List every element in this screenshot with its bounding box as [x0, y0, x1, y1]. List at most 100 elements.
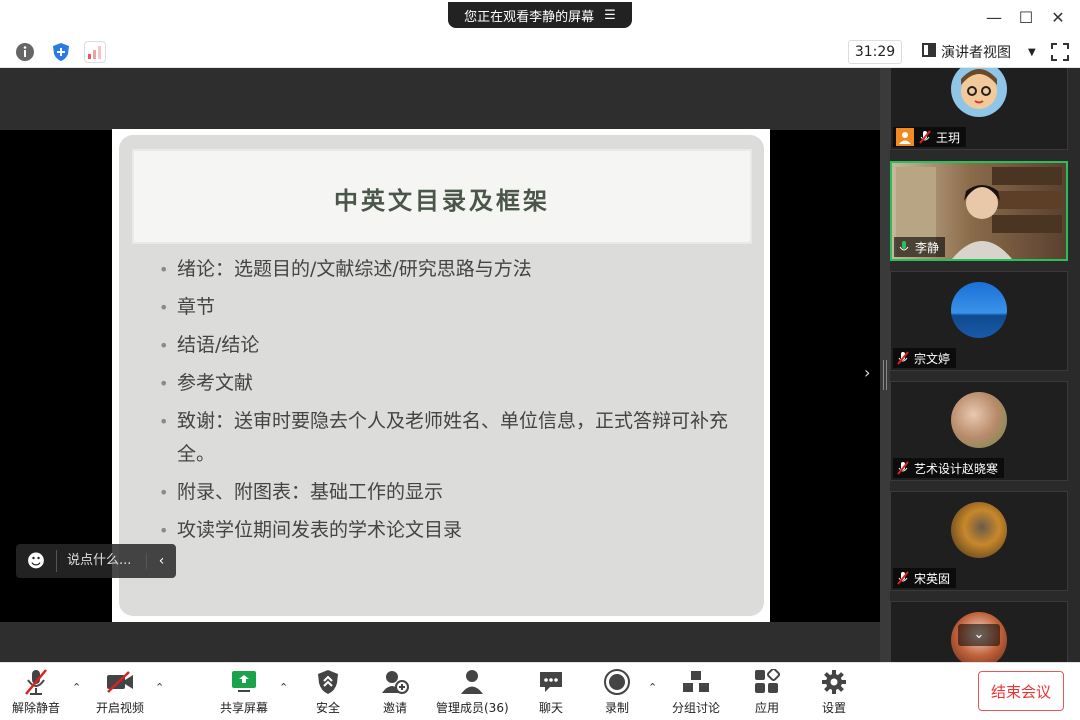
fullscreen-icon[interactable]	[1050, 42, 1070, 62]
scroll-down-button[interactable]: ⌄	[958, 624, 1000, 646]
shield-icon[interactable]	[50, 41, 72, 63]
slide-title: 中英文目录及框架	[334, 186, 550, 215]
participant-tile[interactable]: 王玥	[890, 68, 1068, 150]
muted-mic-icon	[896, 351, 910, 365]
muted-mic-icon	[896, 461, 910, 475]
slide-bullet: 攻读学位期间发表的学术论文目录	[159, 514, 749, 547]
shield-icon	[313, 667, 343, 697]
signal-icon[interactable]	[84, 41, 106, 63]
security-button[interactable]: 安全	[313, 667, 343, 719]
title-bar: 您正在观看李静的屏幕 ☰ — ☐ ✕	[0, 0, 1080, 36]
apps-icon	[752, 667, 782, 697]
viewing-indicator[interactable]: 您正在观看李静的屏幕 ☰	[448, 2, 632, 28]
members-icon	[457, 667, 487, 697]
share-options-chevron-icon[interactable]: ⌃	[279, 681, 288, 694]
info-icon[interactable]	[14, 41, 36, 63]
record-label: 录制	[604, 701, 629, 715]
start-video-button[interactable]: 开启视频	[96, 667, 144, 719]
record-button[interactable]: 录制	[602, 667, 632, 719]
share-screen-button[interactable]: 共享屏幕	[220, 667, 268, 719]
invite-button[interactable]: 邀请	[380, 667, 410, 719]
participant-tile[interactable]: 宋英囡	[890, 491, 1068, 591]
unmute-label: 解除静音	[12, 701, 61, 715]
presentation-slide: 中英文目录及框架 绪论：选题目的/文献综述/研究思路与方法 章节 结语/结论 参…	[112, 129, 770, 622]
record-options-chevron-icon[interactable]: ⌃	[648, 681, 657, 694]
chat-bubble-icon	[536, 667, 566, 697]
add-user-icon	[380, 667, 410, 697]
slide-bullet: 参考文献	[159, 367, 749, 400]
emoji-icon[interactable]: ☻	[16, 551, 56, 572]
speaker-view-button[interactable]: 演讲者视图 ▼	[914, 40, 1038, 64]
avatar	[951, 68, 1007, 117]
slide-title-box: 中英文目录及框架	[132, 149, 752, 244]
slide-bullet: 结语/结论	[159, 329, 749, 362]
participant-name: 王玥	[936, 130, 961, 145]
avatar	[951, 392, 1007, 448]
panel-divider[interactable]	[880, 68, 890, 662]
quick-chat-bar[interactable]: ☻ 说点什么... ‹	[16, 544, 176, 578]
security-label: 安全	[315, 701, 340, 715]
settings-button[interactable]: 设置	[819, 667, 849, 719]
chevron-down-icon: ▼	[1028, 46, 1036, 58]
gear-icon	[819, 667, 849, 697]
breakout-rooms-button[interactable]: 分组讨论	[672, 667, 720, 719]
slide-bullet: 章节	[159, 291, 749, 324]
avatar	[951, 282, 1007, 338]
menu-icon: ☰	[604, 7, 616, 23]
slide-body: 中英文目录及框架 绪论：选题目的/文献综述/研究思路与方法 章节 结语/结论 参…	[119, 135, 764, 616]
muted-mic-icon	[21, 667, 51, 697]
manage-members-label: 管理成员(36)	[436, 701, 509, 715]
collapse-chevron-icon[interactable]: ‹	[146, 553, 176, 569]
participant-name-tag: 李静	[894, 237, 946, 257]
participant-gallery: 王玥 李静 宗文婷 艺术设计赵晓寒 宋英囡 ⌄	[890, 68, 1080, 662]
breakout-label: 分组讨论	[672, 701, 721, 715]
shared-screen-stage: 中英文目录及框架 绪论：选题目的/文献综述/研究思路与方法 章节 结语/结论 参…	[0, 68, 880, 662]
participant-name-tag: 王玥	[893, 127, 967, 147]
share-screen-icon	[229, 667, 259, 697]
slide-bullet: 绪论：选题目的/文献综述/研究思路与方法	[159, 253, 749, 286]
record-icon	[602, 667, 632, 697]
share-screen-label: 共享屏幕	[220, 701, 269, 715]
view-label: 演讲者视图	[941, 45, 1011, 61]
end-meeting-button[interactable]: 结束会议	[978, 671, 1064, 711]
participant-tile[interactable]: 宗文婷	[890, 271, 1068, 371]
chat-input[interactable]: 说点什么...	[56, 550, 146, 572]
speaker-view-icon	[922, 43, 936, 61]
slide-bullet: 附录、附图表：基础工作的显示	[159, 476, 749, 509]
mic-on-icon	[897, 240, 911, 254]
participant-name-tag: 艺术设计赵晓寒	[893, 458, 1005, 478]
participant-name: 宋英囡	[914, 571, 951, 586]
video-options-chevron-icon[interactable]: ⌃	[155, 681, 164, 694]
participant-tile[interactable]: 艺术设计赵晓寒	[890, 381, 1068, 481]
apps-button[interactable]: 应用	[752, 667, 782, 719]
participant-name-tag: 宋英囡	[893, 568, 957, 588]
chat-button[interactable]: 聊天	[536, 667, 566, 719]
slide-bullet: 致谢：送审时要隐去个人及老师姓名、单位信息，正式答辩可补充全。	[159, 405, 749, 471]
audio-options-chevron-icon[interactable]: ⌃	[72, 681, 81, 694]
participant-name: 李静	[915, 240, 940, 255]
chevron-right-icon[interactable]: ›	[864, 363, 870, 382]
participant-tile-active[interactable]: 李静	[890, 161, 1068, 261]
chat-label: 聊天	[538, 701, 563, 715]
manage-members-button[interactable]: 管理成员(36)	[436, 667, 509, 719]
start-video-label: 开启视频	[96, 701, 145, 715]
meeting-timer: 31:29	[848, 40, 902, 64]
muted-mic-icon	[896, 571, 910, 585]
meeting-controls-bar: 解除静音 ⌃ 开启视频 ⌃ 共享屏幕 ⌃ 安全 邀请 管理成员(36) 聊天 录…	[0, 662, 1080, 720]
meeting-toolbar: 31:29 演讲者视图 ▼	[0, 36, 1080, 68]
close-button[interactable]: ✕	[1048, 8, 1068, 28]
settings-label: 设置	[821, 701, 846, 715]
participant-name-tag: 宗文婷	[893, 348, 957, 368]
maximize-button[interactable]: ☐	[1016, 8, 1036, 28]
participant-name: 宗文婷	[914, 351, 951, 366]
breakout-rooms-icon	[681, 667, 711, 697]
drag-handle[interactable]	[883, 360, 887, 390]
muted-mic-icon	[918, 130, 932, 144]
slide-bullet-list: 绪论：选题目的/文献综述/研究思路与方法 章节 结语/结论 参考文献 致谢：送审…	[159, 253, 749, 552]
video-off-icon	[105, 667, 135, 697]
avatar	[951, 502, 1007, 558]
unmute-button[interactable]: 解除静音	[12, 667, 60, 719]
participant-name: 艺术设计赵晓寒	[914, 461, 999, 476]
invite-label: 邀请	[382, 701, 407, 715]
minimize-button[interactable]: —	[984, 8, 1004, 28]
